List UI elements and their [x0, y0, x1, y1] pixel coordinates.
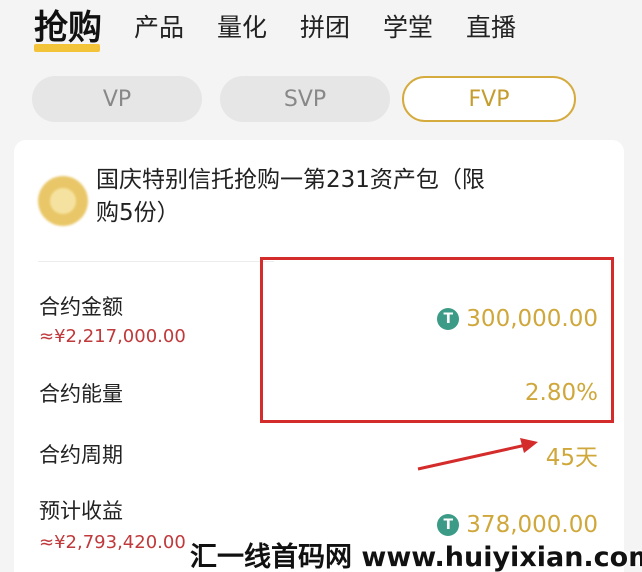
annotation-arrow-icon: [417, 438, 538, 471]
contract-period-value: 45天: [545, 445, 598, 471]
tab-qianggou[interactable]: 抢购: [34, 6, 102, 50]
tab-pintuan[interactable]: 拼团: [300, 6, 350, 50]
watermark-text: 汇一线首码网 www.huiyixian.com: [190, 542, 642, 572]
product-title-line-1: 国庆特别信托抢购一第231资产包（限: [96, 167, 485, 193]
tab-zhibo[interactable]: 直播: [466, 6, 516, 50]
product-card[interactable]: 国庆特别信托抢购一第231资产包（限 购5份） 合约金额 ≈¥2,217,000…: [14, 140, 624, 572]
contract-amount-cny: ≈¥2,217,000.00: [39, 326, 186, 347]
product-logo-icon: [38, 176, 88, 226]
annotation-highlight-box: [260, 257, 614, 423]
expected-earnings-cny: ≈¥2,793,420.00: [39, 532, 186, 553]
contract-amount-label: 合约金额: [39, 295, 123, 319]
tab-chanpin[interactable]: 产品: [134, 6, 184, 50]
segment-vp[interactable]: VP: [32, 76, 202, 122]
divider: [38, 261, 274, 262]
contract-energy-label: 合约能量: [39, 382, 123, 406]
tab-lianghua[interactable]: 量化: [217, 6, 267, 50]
contract-period-label: 合约周期: [39, 443, 123, 467]
segment-svp[interactable]: SVP: [220, 76, 390, 122]
segment-fvp[interactable]: FVP: [402, 76, 576, 122]
membership-segments: VP SVP FVP: [32, 76, 577, 124]
expected-earnings-label: 预计收益: [39, 499, 123, 523]
tether-coin-icon: T: [437, 514, 460, 536]
page-root: 抢购 产品 量化 拼团 学堂 直播 VP SVP FVP 国庆特别信托抢购一第2…: [0, 0, 642, 572]
top-nav: 抢购 产品 量化 拼团 学堂 直播: [34, 6, 642, 54]
product-title: 国庆特别信托抢购一第231资产包（限 购5份）: [96, 164, 536, 230]
tab-xuetang[interactable]: 学堂: [383, 6, 433, 50]
product-title-line-2: 购5份）: [96, 200, 180, 226]
